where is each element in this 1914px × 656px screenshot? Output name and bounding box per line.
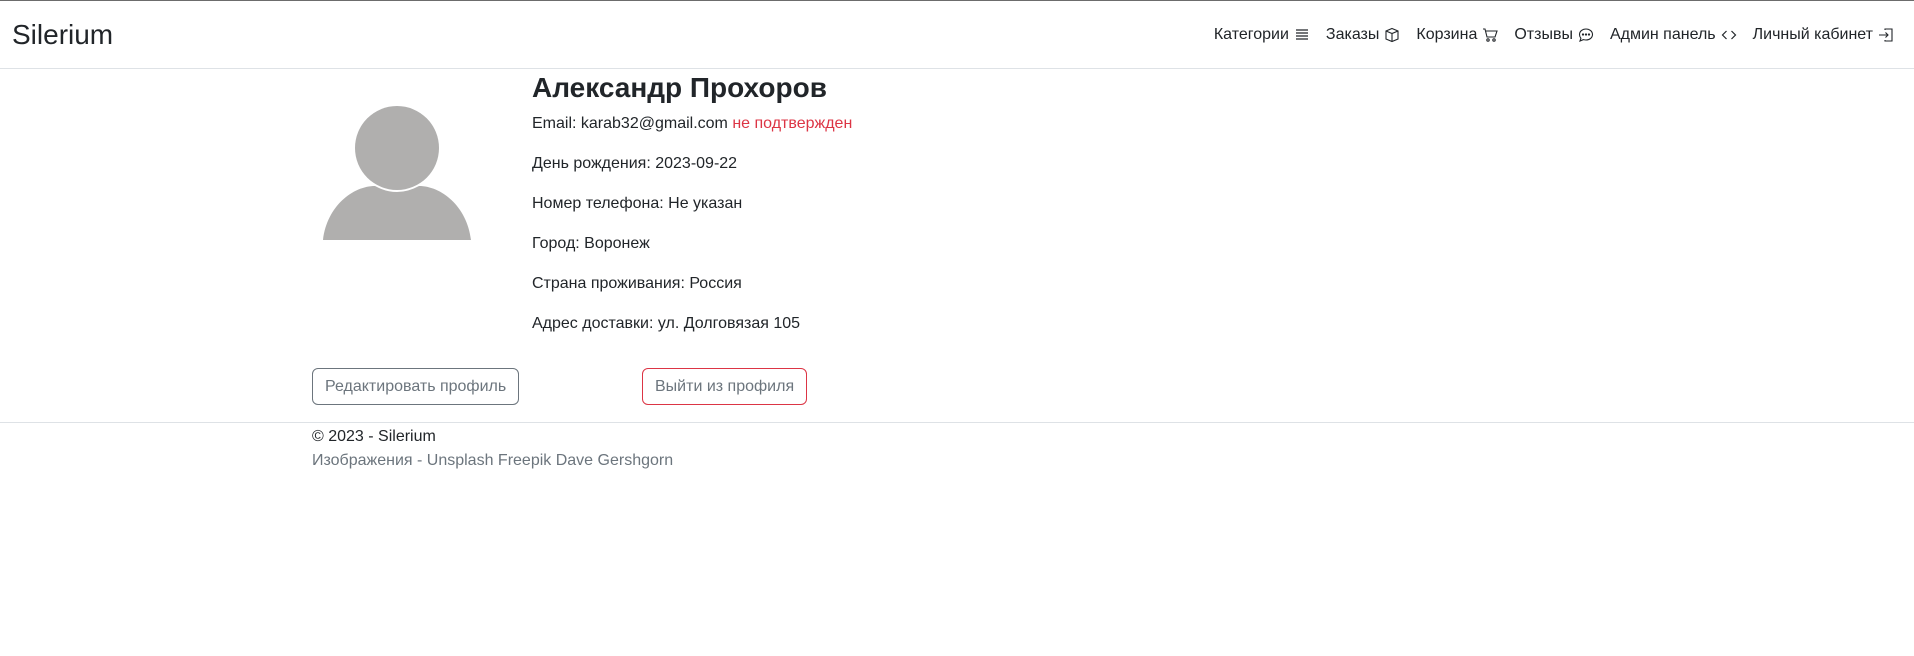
footer: © 2023 - Silerium Изображения - Unsplash… — [312, 425, 673, 473]
nav-item-label: Личный кабинет — [1752, 26, 1873, 43]
box-arrow-in-right-icon — [1878, 27, 1894, 43]
code-icon — [1721, 27, 1737, 43]
logout-button[interactable]: Выйти из профиля — [642, 368, 808, 405]
birthday-row: День рождения: 2023-09-22 — [532, 155, 738, 172]
profile-info: Александр Прохоров Email: karab32@gmail.… — [532, 70, 852, 332]
nav-item-cart[interactable]: Корзина — [1408, 23, 1506, 47]
cart-icon — [1482, 27, 1499, 43]
navbar: Silerium Категории Заказы Корзина Отзывы — [0, 1, 1914, 69]
nav-menu: Категории Заказы Корзина Отзывы Админ па… — [1206, 23, 1902, 47]
nav-item-label: Отзывы — [1514, 26, 1573, 43]
list-icon — [1294, 27, 1310, 43]
nav-item-label: Админ панель — [1609, 26, 1716, 43]
avatar — [323, 106, 471, 240]
nav-item-label: Категории — [1213, 26, 1289, 43]
email-row: Email: karab32@gmail.com не подтвержден — [532, 114, 852, 134]
city-row: Город: Воронеж — [532, 235, 650, 252]
nav-item-account[interactable]: Личный кабинет — [1745, 23, 1902, 47]
footer-divider — [0, 422, 1914, 423]
brand-logo[interactable]: Silerium — [12, 15, 113, 55]
nav-item-categories[interactable]: Категории — [1206, 23, 1318, 47]
email-status: не подтвержден — [732, 115, 853, 132]
country-row: Страна проживания: Россия — [532, 275, 742, 292]
nav-item-label: Заказы — [1325, 26, 1380, 43]
email-value: karab32@gmail.com — [580, 115, 728, 132]
profile-name: Александр Прохоров — [532, 72, 827, 103]
footer-copyright: © 2023 - Silerium — [312, 428, 436, 445]
footer-credits: Изображения - Unsplash Freepik Dave Gers… — [312, 452, 674, 469]
email-label: Email: — [532, 115, 577, 132]
box-icon — [1384, 27, 1400, 43]
nav-item-admin[interactable]: Админ панель — [1602, 23, 1745, 47]
phone-row: Номер телефона: Не указан — [532, 195, 743, 212]
edit-profile-button[interactable]: Редактировать профиль — [312, 368, 520, 405]
chat-dots-icon — [1578, 27, 1594, 43]
address-row: Адрес доставки: ул. Долговязая 105 — [532, 315, 801, 332]
nav-item-orders[interactable]: Заказы — [1318, 23, 1408, 47]
nav-item-label: Корзина — [1416, 26, 1478, 43]
nav-item-reviews[interactable]: Отзывы — [1506, 23, 1602, 47]
